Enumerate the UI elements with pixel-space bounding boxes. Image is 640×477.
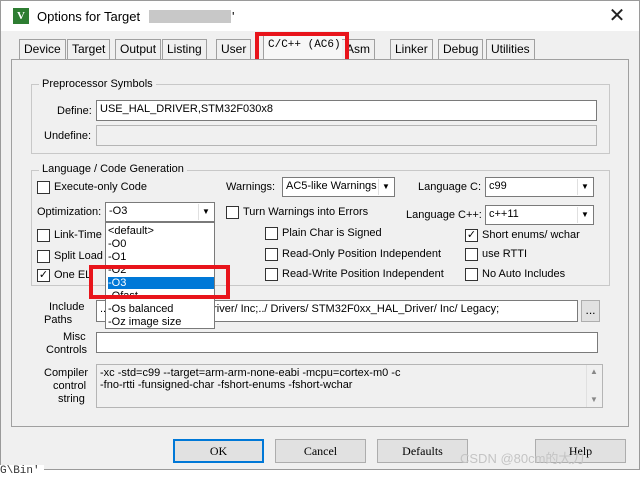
tab-device[interactable]: Device [19,39,66,59]
optimization-option[interactable]: -Oz image size [108,316,181,328]
define-label: Define: [57,105,92,117]
language-cpp-value: c++11 [489,208,519,220]
plain-char-label: Plain Char is Signed [282,227,382,239]
ro-pi-label: Read-Only Position Independent [282,248,441,260]
scroll-up-icon[interactable]: ▲ [590,367,598,376]
tab-output[interactable]: Output [115,39,162,59]
tab-listing[interactable]: Listing [162,39,207,59]
background-path-text: G\Bin' [0,465,44,477]
rw-pi-checkbox[interactable] [265,268,278,281]
language-cpp-select[interactable]: c++11 ▼ [485,205,594,225]
link-time-checkbox[interactable] [37,229,50,242]
compiler-label-line2: control [53,380,87,392]
optimization-option[interactable]: <default> [108,225,154,237]
selected-option-highlight-box [89,265,230,299]
optimization-value: -O3 [109,205,128,217]
chevron-down-icon[interactable]: ▼ [198,204,213,220]
short-enums-label: Short enums/ wchar [482,229,580,241]
window-title-suffix: ' [232,9,235,24]
warnings-select[interactable]: AC5-like Warnings ▼ [282,177,395,197]
include-browse-button[interactable]: ... [581,300,600,322]
redacted-target-name [149,10,231,23]
window-title: Options for Target [37,9,144,24]
tab-debug[interactable]: Debug [438,39,484,59]
optimization-option[interactable]: -O1 [108,251,126,263]
misc-controls-input[interactable] [96,332,598,353]
tab-utilities[interactable]: Utilities [486,39,535,59]
turn-warnings-checkbox[interactable] [226,206,239,219]
misc-label-line1: Misc [63,331,86,343]
compiler-label-line3: string [58,393,85,405]
keil-app-icon: V [13,8,29,24]
compiler-string-scrollbar[interactable]: ▲ ▼ [586,365,602,407]
title-bar: V Options for Target ' ✕ [1,1,639,31]
optimization-option[interactable]: -Os balanced [108,303,173,315]
scroll-down-icon[interactable]: ▼ [590,395,598,404]
language-c-select[interactable]: c99 ▼ [485,177,594,197]
turn-warnings-label: Turn Warnings into Errors [243,206,369,218]
split-load-checkbox[interactable] [37,250,50,263]
language-cpp-label: Language C++: [406,209,482,221]
cancel-button[interactable]: Cancel [275,439,366,463]
language-group-label: Language / Code Generation [39,163,187,175]
tab-target[interactable]: Target [67,39,111,59]
chevron-down-icon[interactable]: ▼ [378,179,393,195]
include-label-line2: Paths [44,314,73,326]
warnings-value: AC5-like Warnings [286,180,377,192]
rw-pi-label: Read-Write Position Independent [282,268,444,280]
preprocessor-group-label: Preprocessor Symbols [39,78,156,90]
undefine-input[interactable] [96,125,597,146]
use-rtti-checkbox[interactable] [465,248,478,261]
execute-only-label: Execute-only Code [54,181,147,193]
ok-button[interactable]: OK [173,439,264,463]
options-dialog: V Options for Target ' ✕ Device Target O… [0,0,640,470]
language-c-value: c99 [489,180,507,192]
one-elf-label: One EL [54,269,92,281]
compiler-string-line2: -fno-rtti -funsigned-char -fshort-enums … [100,379,353,391]
use-rtti-label: use RTTI [482,248,528,260]
no-auto-includes-label: No Auto Includes [482,268,566,280]
split-load-label: Split Load [54,250,103,262]
chevron-down-icon[interactable]: ▼ [577,207,592,223]
optimization-label: Optimization: [37,206,102,218]
close-button[interactable]: ✕ [603,6,631,28]
watermark: CSDN @80cm的大刀 [460,451,585,466]
ro-pi-checkbox[interactable] [265,248,278,261]
compiler-label-line1: Compiler [44,367,89,379]
plain-char-checkbox[interactable] [265,227,278,240]
compiler-control-string[interactable]: -xc -std=c99 --target=arm-arm-none-eabi … [96,364,603,408]
compiler-string-line1: -xc -std=c99 --target=arm-arm-none-eabi … [100,367,401,379]
language-c-label: Language C: [418,181,481,193]
execute-only-checkbox[interactable] [37,181,50,194]
warnings-label: Warnings: [226,181,276,193]
tab-user[interactable]: User [216,39,252,59]
chevron-down-icon[interactable]: ▼ [577,179,592,195]
tab-linker[interactable]: Linker [390,39,433,59]
misc-label-line2: Controls [46,344,87,356]
optimization-option[interactable]: -O0 [108,238,126,250]
one-elf-checkbox[interactable]: ✓ [37,269,50,282]
no-auto-includes-checkbox[interactable] [465,268,478,281]
optimization-select[interactable]: -O3 ▼ [105,202,215,222]
undefine-label: Undefine: [44,130,92,142]
include-label-line1: Include [49,301,85,313]
define-input[interactable]: USE_HAL_DRIVER,STM32F030x8 [96,100,597,121]
defaults-button[interactable]: Defaults [377,439,468,463]
short-enums-checkbox[interactable]: ✓ [465,229,478,242]
